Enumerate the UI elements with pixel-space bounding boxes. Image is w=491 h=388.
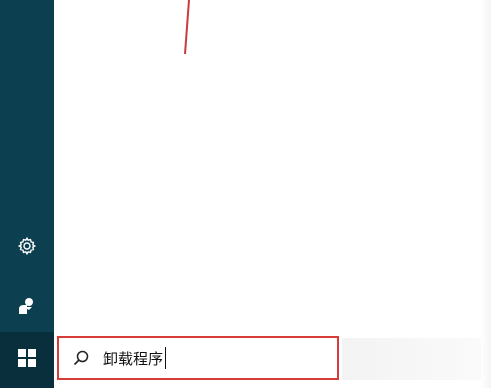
taskbar-search-box[interactable]: 卸载程序 [57, 336, 339, 380]
annotation-line [184, 0, 190, 55]
text-caret [165, 347, 167, 369]
search-input[interactable]: 卸载程序 [103, 348, 163, 369]
user-account-button[interactable] [0, 288, 54, 328]
user-icon [16, 295, 38, 321]
taskbar-area [342, 338, 482, 380]
gear-icon [17, 236, 37, 260]
windows-logo-icon [18, 349, 36, 371]
settings-button[interactable] [0, 228, 54, 268]
start-button[interactable] [0, 332, 54, 388]
screen-edge [481, 0, 491, 388]
start-menu-left-rail [0, 0, 54, 388]
start-menu-screen: 卸载程序 [0, 0, 491, 388]
search-icon [59, 338, 103, 378]
